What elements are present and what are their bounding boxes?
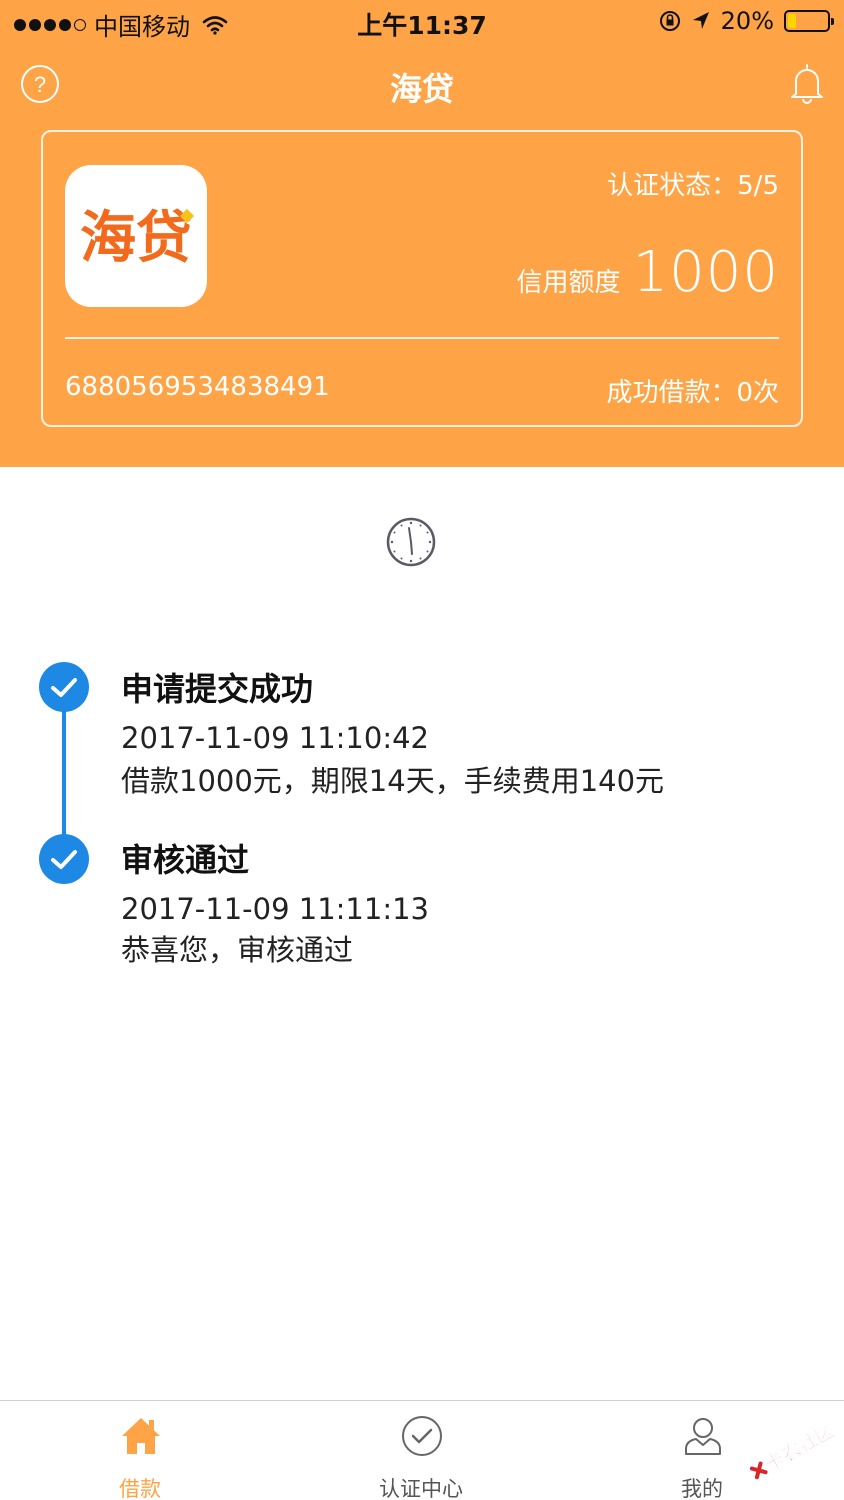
tab-bar: 借款 认证中心 我的 (0, 1400, 844, 1500)
app-logo: 海贷 (65, 165, 207, 307)
credit-limit-value: 1000 (632, 240, 779, 305)
card-divider (65, 337, 779, 339)
account-number: 6880569534838491 (65, 372, 330, 402)
tab-loan[interactable]: 借款 (60, 1401, 220, 1500)
svg-text:海贷: 海贷 (80, 206, 192, 271)
loan-count: 成功借款：0次 (606, 378, 779, 408)
battery-icon (784, 10, 834, 32)
clock-icon (386, 517, 436, 567)
step-time: 2017-11-09 11:11:13 (121, 892, 429, 926)
tab-label: 认证中心 (379, 1477, 463, 1500)
page-title: 海贷 (389, 70, 454, 108)
status-bar: 中国移动 上午11:37 20% (0, 0, 844, 44)
location-arrow-icon (692, 12, 709, 29)
credit-limit: 信用额度 1000 (516, 240, 779, 305)
tab-certification[interactable]: 认证中心 (341, 1401, 501, 1500)
bell-icon[interactable] (788, 62, 826, 104)
check-icon (39, 662, 89, 712)
step-title: 申请提交成功 (121, 670, 314, 708)
credit-limit-label: 信用额度 (516, 268, 621, 298)
step-time: 2017-11-09 11:10:42 (121, 721, 429, 755)
home-icon (122, 1418, 160, 1454)
user-icon (685, 1418, 721, 1455)
rotation-lock-icon (659, 11, 680, 31)
auth-status: 认证状态：5/5 (607, 171, 779, 201)
account-card: 海贷 认证状态：5/5 信用额度 1000 6880569534838491 成… (41, 130, 803, 427)
step-description: 恭喜您，审核通过 (121, 933, 354, 967)
check-icon (39, 834, 89, 884)
step-title: 审核通过 (121, 841, 250, 879)
svg-text:卡农社区: 卡农社区 (761, 1418, 838, 1476)
battery-percent: 20% (720, 7, 774, 35)
step-description: 借款1000元，期限14天，手续费用140元 (121, 764, 665, 798)
header: 中国移动 上午11:37 20% ? 海贷 海贷 认证状态：5/5 信用额度 1… (0, 0, 844, 467)
tab-label: 借款 (119, 1477, 161, 1500)
watermark-logo: 卡农社区 (749, 1418, 839, 1480)
check-circle-icon (402, 1416, 442, 1456)
